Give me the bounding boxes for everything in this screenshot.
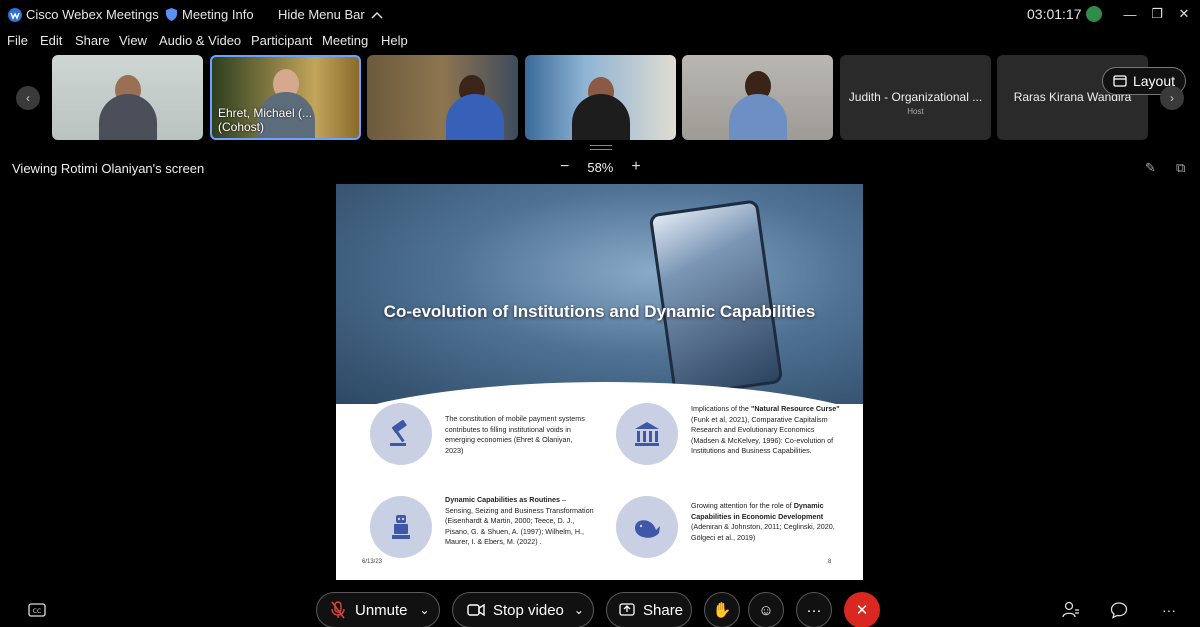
participant-video-3[interactable]	[367, 55, 518, 140]
bank-icon	[616, 403, 678, 465]
meeting-info-label: Meeting Info	[182, 7, 254, 22]
participant-body	[728, 94, 787, 140]
viewing-label: Viewing Rotimi Olaniyan's screen	[12, 161, 205, 176]
stop-video-button[interactable]: Stop video ⌄	[452, 592, 594, 627]
slide-paragraph-1: The constitution of mobile payment syste…	[445, 414, 585, 455]
hide-menu-bar-button[interactable]: Hide Menu Bar	[278, 7, 383, 22]
popout-icon[interactable]: ⧉	[1176, 160, 1192, 176]
layout-icon	[1113, 75, 1127, 87]
more-icon[interactable]: ···	[1158, 600, 1180, 620]
slide-p2-pre: Implications of the	[691, 404, 751, 413]
end-call-icon: ✕	[855, 602, 869, 619]
cc-icon[interactable]: CC	[26, 600, 48, 620]
participant-video-1[interactable]	[52, 55, 203, 140]
svg-text:CC: CC	[33, 608, 41, 615]
more-options-button[interactable]: ···	[796, 592, 832, 627]
slide-paragraph-2: Implications of the "Natural Resource Cu…	[691, 404, 841, 457]
share-button[interactable]: Share	[606, 592, 692, 627]
menu-share[interactable]: Share	[75, 33, 110, 48]
strip-resize-handle[interactable]	[590, 145, 612, 150]
slide-hero-image	[336, 184, 863, 404]
participant-name: Judith - Organizational ...	[848, 90, 983, 104]
menu-edit[interactable]: Edit	[40, 33, 62, 48]
emoji-icon: ☺	[758, 601, 774, 619]
slide-page-number: 8	[828, 559, 832, 565]
slide-paragraph-3: Dynamic Capabilities as Routines – Sensi…	[445, 495, 595, 548]
participant-video-5[interactable]	[682, 55, 833, 140]
participant-name: Ehret, Michael (... (Cohost)	[218, 106, 313, 134]
chevron-left-icon[interactable]: ‹	[16, 86, 40, 110]
hand-icon: ✋	[712, 602, 732, 619]
participant-body	[571, 94, 630, 140]
gavel-icon	[370, 403, 432, 465]
more-icon: ···	[806, 601, 822, 619]
participant-body	[98, 94, 157, 140]
meeting-clock: 03:01:17	[1027, 6, 1082, 22]
slide-p4-pre: Growing attention for the role of	[691, 501, 794, 510]
share-screen-icon	[619, 603, 635, 616]
slide-p3-bold: Dynamic Capabilities as Routines	[445, 495, 561, 504]
participant-video-2[interactable]: Ehret, Michael (... (Cohost)	[210, 55, 361, 140]
raise-hand-button[interactable]: ✋	[704, 592, 740, 627]
menu-help[interactable]: Help	[381, 33, 408, 48]
robot-icon	[370, 496, 432, 558]
zoom-level: 58%	[587, 159, 614, 175]
minimize-icon[interactable]: —	[1120, 4, 1140, 24]
slide-date: 6/13/23	[362, 559, 383, 565]
chevron-up-icon	[371, 11, 383, 19]
slide-p2-bold: "Natural Resource Curse"	[750, 404, 840, 413]
title-bar: Cisco Webex Meetings Meeting Info Hide M…	[0, 0, 1200, 30]
reactions-button[interactable]: ☺	[748, 592, 784, 627]
zoom-control: − 58% +	[560, 158, 641, 176]
webex-logo-icon	[8, 8, 22, 22]
hide-menu-label: Hide Menu Bar	[278, 7, 365, 22]
slide-title: Co-evolution of Institutions and Dynamic…	[383, 302, 816, 321]
camera-icon	[467, 604, 485, 616]
participant-role: Host	[907, 107, 924, 116]
participant-tile-host[interactable]: Judith - Organizational ... Host	[840, 55, 991, 140]
slide-p2-post: (Funk et al, 2021), Comparative Capitali…	[691, 414, 834, 456]
meeting-info-button[interactable]: Meeting Info	[166, 7, 254, 22]
zoom-out-button[interactable]: −	[560, 158, 569, 176]
chevron-right-icon[interactable]: ›	[1160, 86, 1184, 110]
close-icon[interactable]: ✕	[1174, 4, 1194, 24]
menu-participant[interactable]: Participant	[251, 33, 312, 48]
shared-screen-slide: Co-evolution of Institutions and Dynamic…	[336, 184, 863, 580]
participant-video-4[interactable]	[525, 55, 676, 140]
restore-icon[interactable]: ❐	[1147, 4, 1167, 24]
shield-icon	[166, 8, 177, 21]
mic-muted-icon	[331, 601, 345, 619]
slide-p4-post: (Adeniran & Johnston, 2011; Ceglinski, 2…	[691, 522, 835, 542]
slide-paragraph-4: Growing attention for the role of Dynami…	[691, 501, 841, 543]
unmute-label: Unmute	[355, 601, 408, 619]
app-title: Cisco Webex Meetings	[26, 7, 159, 22]
menu-audio-video[interactable]: Audio & Video	[159, 33, 241, 48]
end-call-button[interactable]: ✕	[844, 592, 880, 627]
zoom-in-button[interactable]: +	[631, 158, 640, 176]
menu-file[interactable]: File	[7, 33, 28, 48]
signal-icon[interactable]	[1086, 6, 1102, 22]
participant-body	[446, 94, 504, 140]
chat-icon[interactable]	[1108, 600, 1130, 620]
chevron-down-icon[interactable]: ⌄	[574, 603, 584, 617]
annotate-icon[interactable]: ✎	[1145, 160, 1161, 176]
whale-icon	[616, 496, 678, 558]
menu-view[interactable]: View	[119, 33, 147, 48]
chevron-down-icon[interactable]: ⌄	[420, 603, 430, 617]
stop-video-label: Stop video	[493, 601, 564, 619]
menu-meeting[interactable]: Meeting	[322, 33, 368, 48]
share-label: Share	[643, 601, 684, 619]
unmute-button[interactable]: Unmute ⌄	[316, 592, 440, 627]
participants-icon[interactable]	[1060, 600, 1082, 620]
